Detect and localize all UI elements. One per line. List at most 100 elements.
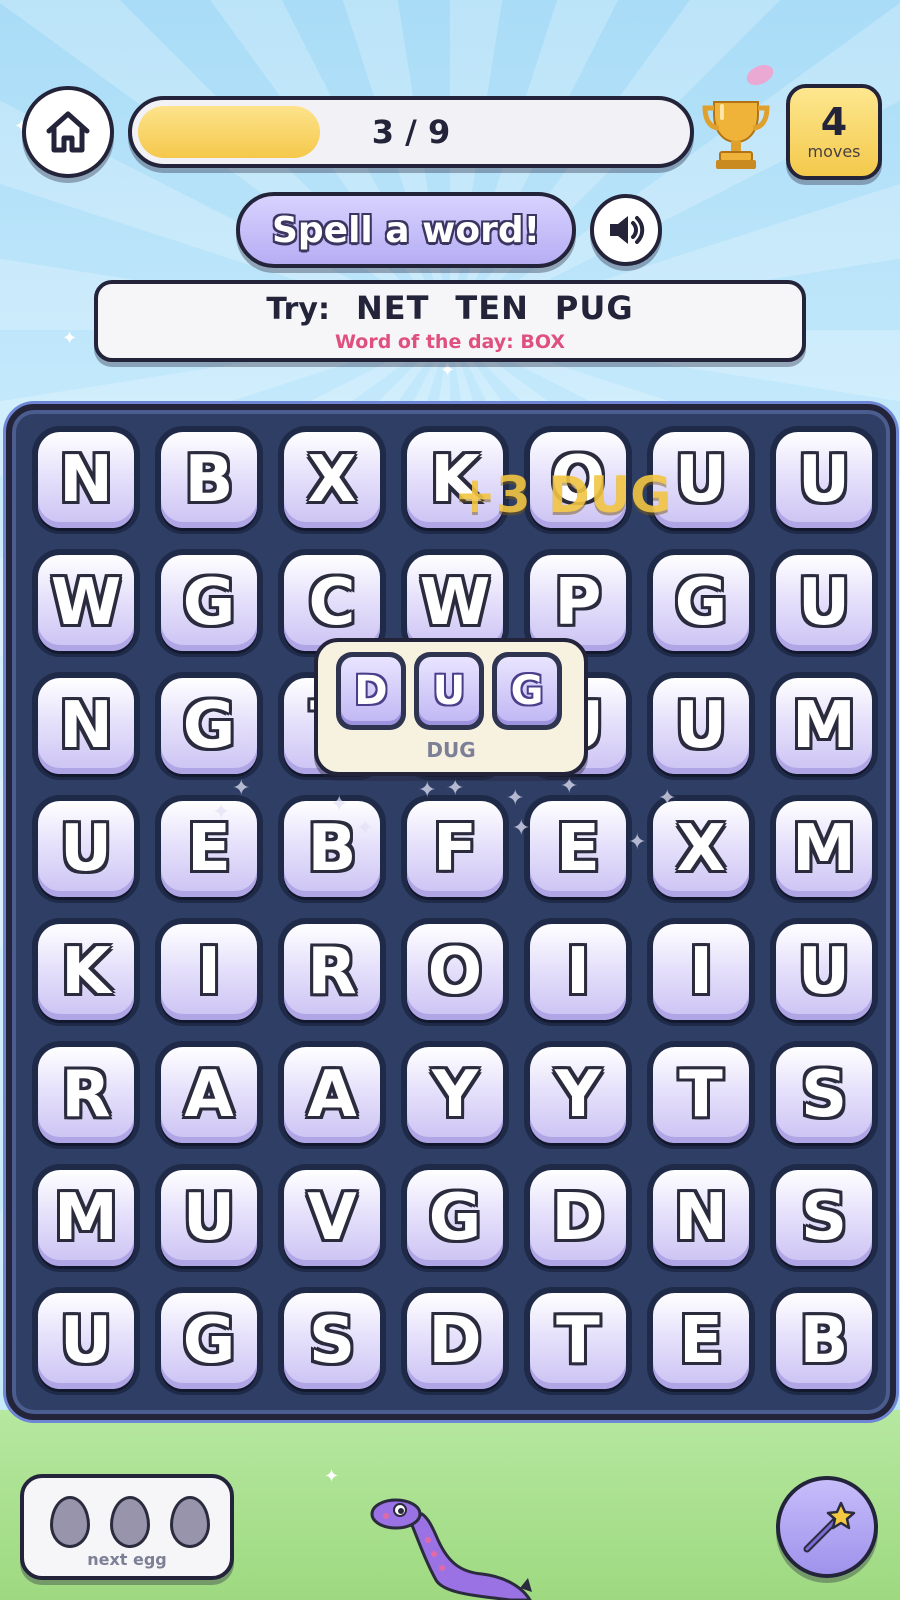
letter-tile[interactable]: X [647,795,755,903]
sound-button[interactable] [590,194,662,266]
tile-letter: U [798,443,850,517]
letter-tile[interactable]: U [770,426,878,534]
home-button[interactable] [22,86,114,178]
letter-tile-face: A [284,1047,380,1143]
letter-tile[interactable]: Y [401,1041,509,1149]
letter-tile[interactable]: G [401,1164,509,1272]
star-particle: ✦ [628,830,647,855]
letter-tile[interactable]: N [32,426,140,534]
letter-tile[interactable]: S [278,1287,386,1395]
letter-tile-face: N [38,678,134,774]
letter-tile[interactable]: G [155,672,263,780]
letter-tile[interactable]: G [155,549,263,657]
letter-tile[interactable]: U [647,672,755,780]
letter-tile-face: S [776,1047,872,1143]
magic-wand-icon [803,1501,856,1553]
letter-tile[interactable]: M [770,672,878,780]
tile-letter: M [792,689,856,763]
letter-tile[interactable]: D [524,1164,632,1272]
letter-tile[interactable]: S [770,1041,878,1149]
tile-letter: U [798,566,850,640]
tile-letter: U [60,812,112,886]
letter-tile-face: P [530,555,626,651]
letter-tile[interactable]: I [155,918,263,1026]
letter-tile-face: A [161,1047,257,1143]
star-particle: ✦ [560,774,579,799]
magic-wand-button[interactable] [776,1476,878,1578]
tile-letter: G [674,566,728,640]
letter-tile[interactable]: I [647,918,755,1026]
letter-tile[interactable]: E [647,1287,755,1395]
letter-tile[interactable]: R [32,1041,140,1149]
letter-tile[interactable]: W [32,549,140,657]
letter-tile-face: M [38,1170,134,1266]
tile-letter: X [307,443,357,517]
tile-letter: N [674,1181,728,1255]
letter-tile-face: F [407,801,503,897]
letter-tile[interactable]: T [524,1287,632,1395]
sparkle-icon: ✦ [324,1466,340,1487]
letter-tile[interactable]: R [278,918,386,1026]
letter-tile-face: U [776,924,872,1020]
word-of-the-day: Word of the day: BOX [334,331,565,353]
letter-tile-face: G [161,555,257,651]
egg-label: next egg [87,1550,167,1569]
letter-tile[interactable]: S [770,1164,878,1272]
letter-tile[interactable]: U [155,1164,263,1272]
letter-tile[interactable]: M [770,795,878,903]
letter-tile[interactable]: N [32,672,140,780]
tile-letter: R [61,1058,111,1132]
sparkle-icon: ✦ [440,360,456,381]
tile-letter: C [308,566,356,640]
letter-tile[interactable]: B [770,1287,878,1395]
progress-text: 3 / 9 [371,113,451,151]
hint-line: Try: NET TEN PUG [266,289,633,327]
letter-tile[interactable]: O [401,918,509,1026]
letter-tile-face: U [38,1293,134,1389]
tile-letter: I [197,935,221,1009]
letter-tile[interactable]: M [32,1164,140,1272]
letter-tile[interactable]: K [32,918,140,1026]
star-particle: ✦ [446,776,465,801]
letter-tile-face: U [653,678,749,774]
hint-word: PUG [554,289,634,327]
letter-tile[interactable]: U [32,795,140,903]
moves-count: 4 [820,100,848,144]
tile-letter: U [183,1181,235,1255]
letter-tile[interactable]: F [401,795,509,903]
letter-tile-face: R [38,1047,134,1143]
letter-tile[interactable]: U [770,549,878,657]
letter-tile-face: U [38,801,134,897]
found-letter-tile: D [336,652,406,730]
egg-progress-panel: next egg [20,1474,234,1580]
letter-tile-face: T [530,1293,626,1389]
tile-letter: S [800,1058,848,1132]
letter-tile[interactable]: G [647,549,755,657]
letter-tile-face: U [776,432,872,528]
letter-tile[interactable]: B [155,426,263,534]
tile-letter: T [556,1304,600,1378]
letter-tile[interactable]: E [524,795,632,903]
letter-tile[interactable]: N [647,1164,755,1272]
letter-tile-face: X [653,801,749,897]
letter-tile[interactable]: G [155,1287,263,1395]
letter-tile-face: G [161,1293,257,1389]
tile-letter: D [551,1181,605,1255]
letter-tile[interactable]: X [278,426,386,534]
tile-letter: G [182,689,236,763]
letter-tile[interactable]: V [278,1164,386,1272]
letter-tile[interactable]: U [32,1287,140,1395]
letter-tile[interactable]: A [155,1041,263,1149]
letter-tile[interactable]: U [770,918,878,1026]
letter-tile-face: S [284,1293,380,1389]
letter-tile[interactable]: T [647,1041,755,1149]
dinosaur-icon [370,1498,532,1600]
letter-tile[interactable]: E [155,795,263,903]
letter-tile[interactable]: I [524,918,632,1026]
letter-tile[interactable]: Y [524,1041,632,1149]
letter-tile[interactable]: D [401,1287,509,1395]
letter-tile[interactable]: A [278,1041,386,1149]
letter-tile-face: G [161,678,257,774]
tile-letter: T [679,1058,723,1132]
tile-letter: S [800,1181,848,1255]
